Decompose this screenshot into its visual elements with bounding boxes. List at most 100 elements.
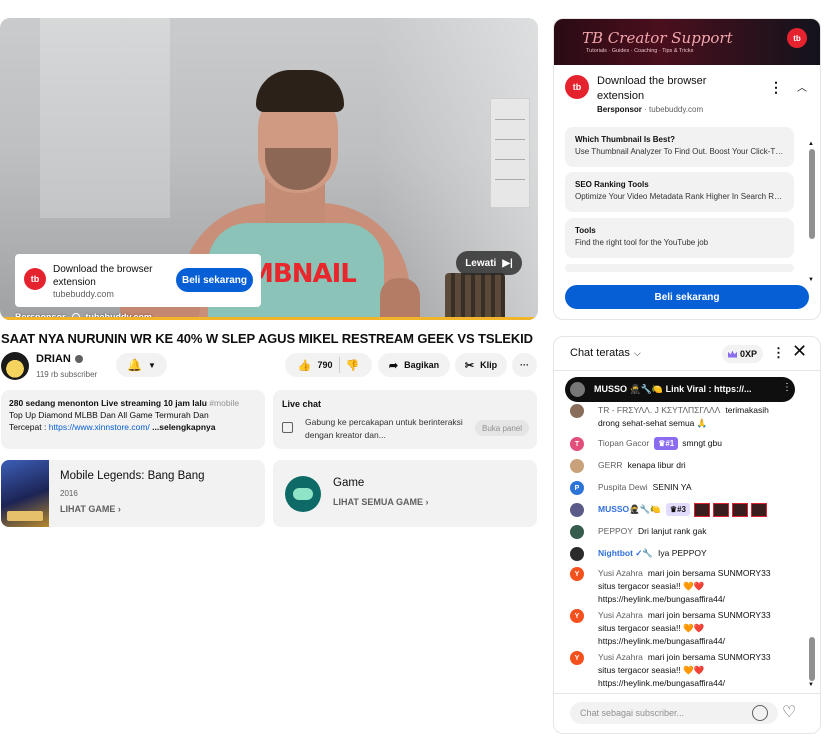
ad-sitelink-partial[interactable] (565, 264, 794, 272)
description-card[interactable]: 280 sedang menonton Live streaming 10 ja… (1, 390, 265, 449)
author-avatar[interactable]: Y (570, 651, 584, 665)
description-url[interactable]: https://www.xinnstore.com/ (49, 422, 150, 432)
chat-message: PEPPOY Dri lanjut rank gak (570, 525, 790, 539)
author-avatar[interactable] (570, 503, 584, 517)
author-avatar[interactable] (570, 404, 584, 418)
emote-icon (694, 503, 710, 517)
sitelink-title: SEO Ranking Tools (575, 180, 649, 189)
message-text: Iya PEPPOY (658, 548, 707, 558)
channel-avatar[interactable] (1, 352, 29, 380)
ad-sitelink[interactable]: Tools Find the right tool for the YouTub… (565, 218, 794, 258)
view-all-games-link[interactable]: LIHAT SEMUA GAME › (333, 497, 429, 507)
background-calendar (490, 98, 530, 208)
author-avatar[interactable]: Y (570, 567, 584, 581)
share-label: Bagikan (404, 360, 440, 370)
more-vert-icon[interactable]: ⋮ (769, 79, 783, 96)
scroll-down-icon[interactable]: ▼ (808, 277, 814, 283)
more-actions-button[interactable]: ··· (512, 353, 537, 377)
skip-ad-button[interactable]: Lewati ▶| (456, 251, 522, 275)
author-name[interactable]: Yusi Azahra (598, 568, 643, 578)
author-name[interactable]: Yusi Azahra (598, 652, 643, 662)
message-text: SENIN YA (652, 482, 692, 492)
member-rank: #1 (665, 439, 675, 448)
emoji-icon[interactable] (752, 705, 768, 721)
player-ad-buy-button[interactable]: Beli sekarang (176, 268, 253, 292)
emote-icon (713, 503, 729, 517)
category-card[interactable]: Game LIHAT SEMUA GAME › (273, 460, 537, 527)
game-name[interactable]: Mobile Legends: Bang Bang (60, 470, 205, 482)
chat-input[interactable] (570, 702, 778, 724)
share-button[interactable]: ➦ Bagikan (378, 353, 450, 377)
author-avatar[interactable]: P (570, 481, 584, 495)
xp-badge[interactable]: 0XP (722, 345, 764, 363)
crown-icon (728, 350, 737, 358)
live-chat-card-title: Live chat (282, 399, 322, 409)
chat-message: Y Yusi Azahra mari join bersama SUNMORY33… (570, 609, 790, 648)
buy-now-button[interactable]: Beli sekarang (565, 285, 809, 309)
scroll-down-icon[interactable]: ▼ (808, 682, 814, 688)
tubebuddy-logo-icon[interactable]: tb (565, 75, 589, 99)
chat-scroll-thumb[interactable] (809, 637, 815, 681)
sitelink-title: Which Thumbnail Is Best? (575, 135, 676, 144)
author-name[interactable]: MUSSO🥷🔧🍋 (598, 504, 661, 514)
sidebar-ad-panel: TB Creator Support Tutorials · Guides · … (553, 18, 821, 320)
ad-panel-scrollbar[interactable]: ▲ ▼ (808, 141, 815, 283)
hashtag-link[interactable]: #mobile (209, 398, 239, 408)
description-line-link: Tercepat : https://www.xinnstore.com/ ..… (9, 421, 257, 433)
chat-mode-dropdown[interactable]: Chat teratas ⌵ (570, 347, 641, 359)
heart-icon[interactable]: ♡ (782, 702, 796, 722)
view-and-date: 280 sedang menonton Live streaming 10 ja… (9, 398, 210, 408)
notification-bell-button[interactable]: 🔔 ▼ (116, 353, 167, 377)
game-thumbnail[interactable] (1, 460, 49, 527)
pinned-message[interactable]: MUSSO 🥷🔧🍋 Link Viral : https://... ⋮ (565, 377, 795, 402)
subscriber-count: 119 rb subscriber (36, 370, 98, 379)
more-vert-icon[interactable]: ⋮ (772, 345, 785, 361)
chat-mode-label: Chat teratas (570, 347, 630, 359)
author-name[interactable]: Puspita Dewi (598, 482, 648, 492)
category-name[interactable]: Game (333, 477, 364, 489)
like-divider (338, 357, 340, 373)
chevron-right-icon: › (425, 497, 429, 507)
close-icon[interactable]: ✕ (792, 341, 807, 362)
author-avatar[interactable] (570, 525, 584, 539)
more-vert-icon[interactable]: ⋮ (782, 382, 792, 393)
clip-button[interactable]: ✂ Klip (455, 353, 507, 377)
like-dislike-button[interactable]: 👍 790 👎 (285, 353, 372, 377)
channel-name-row[interactable]: DRIAN (36, 353, 83, 365)
author-name[interactable]: Yusi Azahra (598, 610, 643, 620)
author-name[interactable]: TR - FRΣΥΛΛ. J KΣΥΤΛΠΣΓΛΛΛ (598, 405, 720, 415)
player-ad-card[interactable]: tb Download the browser extension tubebu… (15, 254, 261, 307)
open-panel-button[interactable]: Buka panel (475, 420, 529, 436)
description-line: Top Up Diamond MLBB Dan All Game Termura… (9, 410, 209, 420)
scroll-up-icon[interactable]: ▲ (808, 141, 814, 147)
author-name[interactable]: PEPPOY (598, 526, 633, 536)
author-avatar[interactable] (570, 459, 584, 473)
author-avatar[interactable] (570, 547, 584, 561)
gamepad-icon (285, 476, 321, 512)
author-avatar[interactable]: T (570, 437, 584, 451)
author-name[interactable]: Nightbot ✓🔧 (598, 548, 653, 558)
chat-scrollbar[interactable]: ▼ (808, 377, 816, 689)
chat-message: T Tiopan Gacor ♛#1 smngt gbu (570, 437, 790, 451)
ad-panel-title[interactable]: Download the browser extension (597, 74, 737, 104)
verified-icon (74, 355, 83, 363)
author-name[interactable]: GERR (598, 460, 623, 470)
ad-panel-scroll-thumb[interactable] (809, 149, 815, 239)
show-more-link[interactable]: ...selengkapnya (152, 422, 215, 432)
ad-progress-bar (0, 317, 538, 320)
author-name[interactable]: Tiopan Gacor (598, 438, 649, 448)
ad-sitelink[interactable]: Which Thumbnail Is Best? Use Thumbnail A… (565, 127, 794, 167)
channel-name[interactable]: DRIAN (36, 353, 71, 365)
ad-banner[interactable]: TB Creator Support Tutorials · Guides · … (554, 19, 820, 65)
chevron-up-icon[interactable]: ︿ (797, 79, 807, 94)
player-ad-title[interactable]: Download the browser extension (53, 263, 173, 289)
chat-message: GERR kenapa libur dri (570, 459, 790, 473)
author-avatar[interactable]: Y (570, 609, 584, 623)
view-game-link[interactable]: LIHAT GAME › (60, 504, 121, 514)
member-badge: ♛#3 (665, 503, 690, 516)
thumbs-up-icon[interactable]: 👍 (298, 359, 312, 372)
video-player[interactable]: MBNAIL tb Download the browser extension… (0, 18, 538, 320)
ad-sitelink[interactable]: SEO Ranking Tools Optimize Your Video Me… (565, 172, 794, 212)
game-card[interactable]: Mobile Legends: Bang Bang 2016 LIHAT GAM… (1, 460, 265, 527)
thumbs-down-icon[interactable]: 👎 (346, 359, 360, 372)
